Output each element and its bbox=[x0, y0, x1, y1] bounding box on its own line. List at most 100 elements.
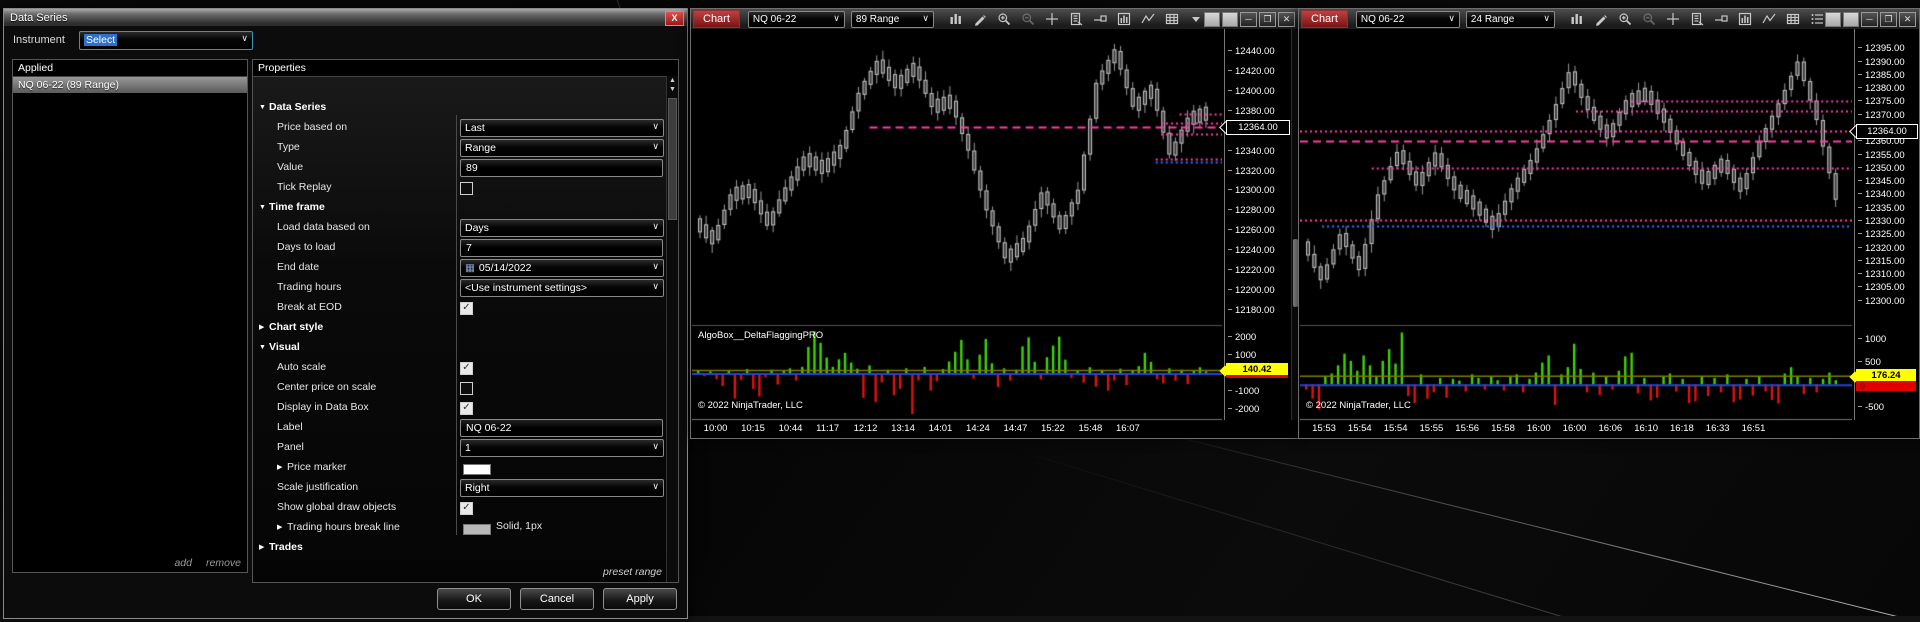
chart-badge[interactable]: Chart bbox=[1301, 10, 1348, 28]
zoom-out-icon bbox=[1641, 12, 1657, 27]
panel-button[interactable] bbox=[1843, 11, 1859, 27]
section-chart-style[interactable]: ▶ Chart style bbox=[259, 318, 323, 336]
strategies-icon[interactable] bbox=[1140, 12, 1156, 27]
cancel-button[interactable]: Cancel bbox=[520, 588, 594, 610]
interval-select[interactable]: 24 Range ∨ bbox=[1465, 10, 1555, 28]
close-button[interactable]: ✕ bbox=[1278, 11, 1295, 27]
panel-button[interactable] bbox=[1222, 11, 1238, 27]
data-series-dialog: Data Series X Instrument Select ∨ Applie… bbox=[3, 8, 688, 619]
close-icon[interactable]: X bbox=[665, 11, 684, 26]
chart-trader-icon[interactable] bbox=[1092, 12, 1108, 27]
zoom-in-icon[interactable] bbox=[996, 12, 1012, 27]
chart-titlebar[interactable]: Chart NQ 06-22 ∨ 24 Range ∨ ─ ❐ ✕ bbox=[1299, 9, 1919, 30]
delta-marker-strip bbox=[1226, 375, 1288, 379]
section-time-frame[interactable]: ▼ Time frame bbox=[259, 198, 325, 216]
chart-style-icon[interactable] bbox=[1569, 12, 1585, 27]
row-expander-icon[interactable]: ▶ bbox=[277, 463, 287, 471]
property-select-type[interactable]: Range ∨ bbox=[460, 139, 664, 157]
properties-icon[interactable] bbox=[1785, 12, 1801, 27]
section-expander-icon[interactable]: ▼ bbox=[259, 204, 269, 211]
select-value: Days bbox=[465, 222, 489, 234]
indicators-icon[interactable] bbox=[1116, 12, 1132, 27]
section-expander-icon[interactable]: ▼ bbox=[259, 104, 269, 111]
scrollbar-thumb[interactable] bbox=[668, 98, 677, 220]
property-checkbox-break-at-eod[interactable]: ✓ bbox=[460, 302, 473, 315]
price-chart-canvas[interactable] bbox=[692, 29, 1222, 437]
price-axis-label: 12355.00 bbox=[1858, 150, 1905, 161]
property-swatch-price-marker[interactable] bbox=[463, 464, 491, 475]
section-data-series[interactable]: ▼ Data Series bbox=[259, 98, 326, 116]
chart-titlebar[interactable]: Chart NQ 06-22 ∨ 89 Range ∨ ─ ❐ ✕ bbox=[691, 9, 1298, 30]
list-icon[interactable] bbox=[1809, 12, 1825, 27]
chart-trader-icon[interactable] bbox=[1713, 12, 1729, 27]
section-visual[interactable]: ▼ Visual bbox=[259, 338, 300, 356]
overflow-caret-icon[interactable] bbox=[1188, 12, 1204, 27]
property-select-trading-hours[interactable]: <Use instrument settings> ∨ bbox=[460, 279, 664, 297]
data-box-icon[interactable] bbox=[1689, 12, 1705, 27]
instrument-select[interactable]: NQ 06-22 ∨ bbox=[747, 10, 845, 28]
property-input-label[interactable]: NQ 06-22 bbox=[460, 419, 663, 437]
add-link[interactable]: add bbox=[174, 557, 192, 569]
property-label: Break at EOD bbox=[277, 301, 342, 313]
draw-icon[interactable] bbox=[1593, 12, 1609, 27]
property-checkbox-tick-replay[interactable] bbox=[460, 182, 473, 195]
crosshair-icon[interactable] bbox=[1665, 12, 1681, 27]
preset-link[interactable]: preset range bbox=[603, 566, 662, 578]
price-axis-label: 12320.00 bbox=[1228, 166, 1275, 177]
chart-badge[interactable]: Chart bbox=[693, 10, 740, 28]
ok-button[interactable]: OK bbox=[437, 588, 511, 610]
property-select-scale-justification[interactable]: Right ∨ bbox=[460, 479, 664, 497]
indicators-icon[interactable] bbox=[1737, 12, 1753, 27]
property-input-days-to-load[interactable]: 7 bbox=[460, 239, 663, 257]
scroll-up-icon[interactable]: ▲ bbox=[667, 76, 678, 85]
minimize-button[interactable]: ─ bbox=[1861, 11, 1878, 27]
property-input-value[interactable]: 89 bbox=[460, 159, 663, 177]
section-expander-icon[interactable]: ▶ bbox=[259, 543, 269, 551]
strategies-icon[interactable] bbox=[1761, 12, 1777, 27]
property-checkbox-center-price-on-scale[interactable] bbox=[460, 382, 473, 395]
section-trades[interactable]: ▶ Trades bbox=[259, 538, 303, 556]
property-checkbox-show-global-draw-objects[interactable]: ✓ bbox=[460, 502, 473, 515]
row-expander-icon[interactable]: ▶ bbox=[277, 523, 287, 531]
applied-item[interactable]: NQ 06-22 (89 Range) bbox=[13, 77, 247, 93]
property-select-panel[interactable]: 1 ∨ bbox=[460, 439, 664, 457]
remove-link[interactable]: remove bbox=[206, 557, 241, 569]
interval-value: 89 Range bbox=[855, 13, 900, 25]
interval-select[interactable]: 89 Range ∨ bbox=[850, 10, 934, 28]
select-value: Range bbox=[465, 142, 496, 154]
property-select-load-data-based-on[interactable]: Days ∨ bbox=[460, 219, 664, 237]
instrument-select[interactable]: Select ∨ bbox=[78, 30, 253, 50]
panel-button[interactable] bbox=[1204, 11, 1220, 27]
close-button[interactable]: ✕ bbox=[1899, 11, 1916, 27]
crosshair-icon[interactable] bbox=[1044, 12, 1060, 27]
data-box-icon[interactable] bbox=[1068, 12, 1084, 27]
draw-icon[interactable] bbox=[972, 12, 988, 27]
property-swatch-trading-hours-break-line[interactable] bbox=[463, 524, 491, 535]
dialog-titlebar[interactable]: Data Series X bbox=[4, 9, 687, 26]
property-checkbox-auto-scale[interactable]: ✓ bbox=[460, 362, 473, 375]
properties-scrollbar[interactable]: ▲ ▼ bbox=[666, 76, 678, 582]
section-expander-icon[interactable]: ▼ bbox=[259, 344, 269, 351]
restore-button[interactable]: ❐ bbox=[1880, 11, 1897, 27]
property-select-end-date[interactable]: ▦ 05/14/2022 ∨ bbox=[460, 259, 664, 277]
delta-axis-label: 500 bbox=[1858, 357, 1881, 368]
chevron-down-icon: ∨ bbox=[652, 221, 659, 231]
instrument-label: Instrument bbox=[13, 34, 65, 46]
chevron-down-icon: ∨ bbox=[652, 281, 659, 291]
panel-button[interactable] bbox=[1825, 11, 1841, 27]
scroll-down-icon[interactable]: ▼ bbox=[667, 85, 678, 94]
property-select-price-based-on[interactable]: Last ∨ bbox=[460, 119, 664, 137]
chart-style-icon[interactable] bbox=[948, 12, 964, 27]
zoom-in-icon[interactable] bbox=[1617, 12, 1633, 27]
property-checkbox-display-in-data-box[interactable]: ✓ bbox=[460, 402, 473, 415]
instrument-select[interactable]: NQ 06-22 ∨ bbox=[1355, 10, 1460, 28]
restore-button[interactable]: ❐ bbox=[1259, 11, 1276, 27]
price-chart-canvas[interactable] bbox=[1300, 29, 1852, 437]
minimize-button[interactable]: ─ bbox=[1240, 11, 1257, 27]
time-axis-label: 16:18 bbox=[1670, 423, 1694, 434]
section-expander-icon[interactable]: ▶ bbox=[259, 323, 269, 331]
time-axis-label: 13:14 bbox=[891, 423, 915, 434]
properties-icon[interactable] bbox=[1164, 12, 1180, 27]
apply-button[interactable]: Apply bbox=[603, 588, 677, 610]
price-axis-label: 12395.00 bbox=[1858, 43, 1905, 54]
